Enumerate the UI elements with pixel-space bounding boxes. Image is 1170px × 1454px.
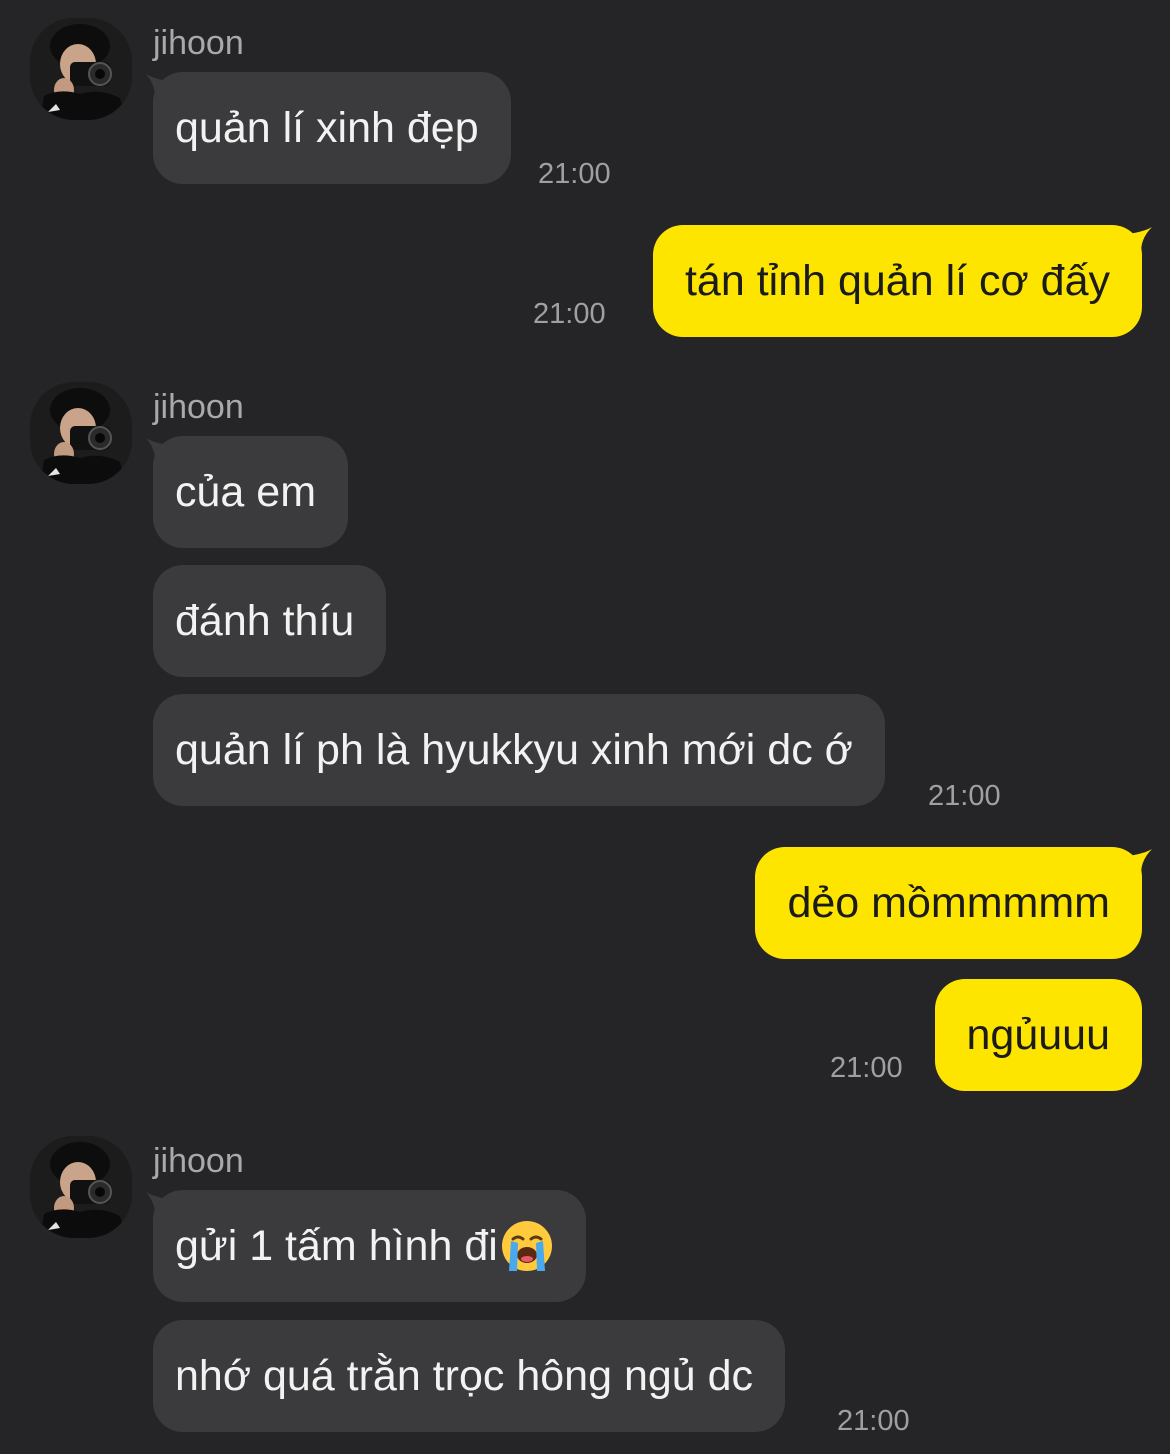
message-time: 21:00 [830,1052,903,1084]
message-time: 21:00 [837,1405,910,1437]
incoming-message[interactable]: nhớ quá trằn trọc hông ngủ dc [153,1320,786,1432]
profile-photo-icon [30,382,132,484]
message-time: 21:00 [533,298,606,330]
bubble-tail [1120,849,1152,881]
outgoing-message[interactable]: tán tỉnh quản lí cơ đấy [652,225,1142,337]
profile-photo-icon [30,1136,132,1238]
incoming-message[interactable]: quản lí xinh đẹp [153,72,511,184]
sender-name: jihoon [153,388,244,426]
message-text: gửi 1 tấm hình đi [175,1221,498,1270]
outgoing-message[interactable]: dẻo mồmmmmm [755,847,1142,959]
contact-avatar[interactable] [30,382,132,484]
sender-name: jihoon [153,1142,244,1180]
message-time: 21:00 [928,780,1001,812]
incoming-message[interactable]: quản lí ph là hyukkyu xinh mới dc ớ [153,694,885,806]
incoming-message[interactable]: của em [153,436,349,548]
message-time: 21:00 [538,158,611,190]
chat-thread[interactable]: jihoon quản lí xinh đẹp 21:00 tán tỉnh q… [0,0,1170,1454]
incoming-message[interactable]: đánh thíu [153,565,387,677]
loudly-crying-face-icon [501,1221,552,1271]
bubble-tail [1120,227,1152,259]
profile-photo-icon [30,18,132,120]
contact-avatar[interactable] [30,1136,132,1238]
sender-name: jihoon [153,24,244,62]
incoming-message[interactable]: gửi 1 tấm hình đi [153,1190,586,1302]
outgoing-message[interactable]: ngủuuu [934,979,1142,1091]
contact-avatar[interactable] [30,18,132,120]
